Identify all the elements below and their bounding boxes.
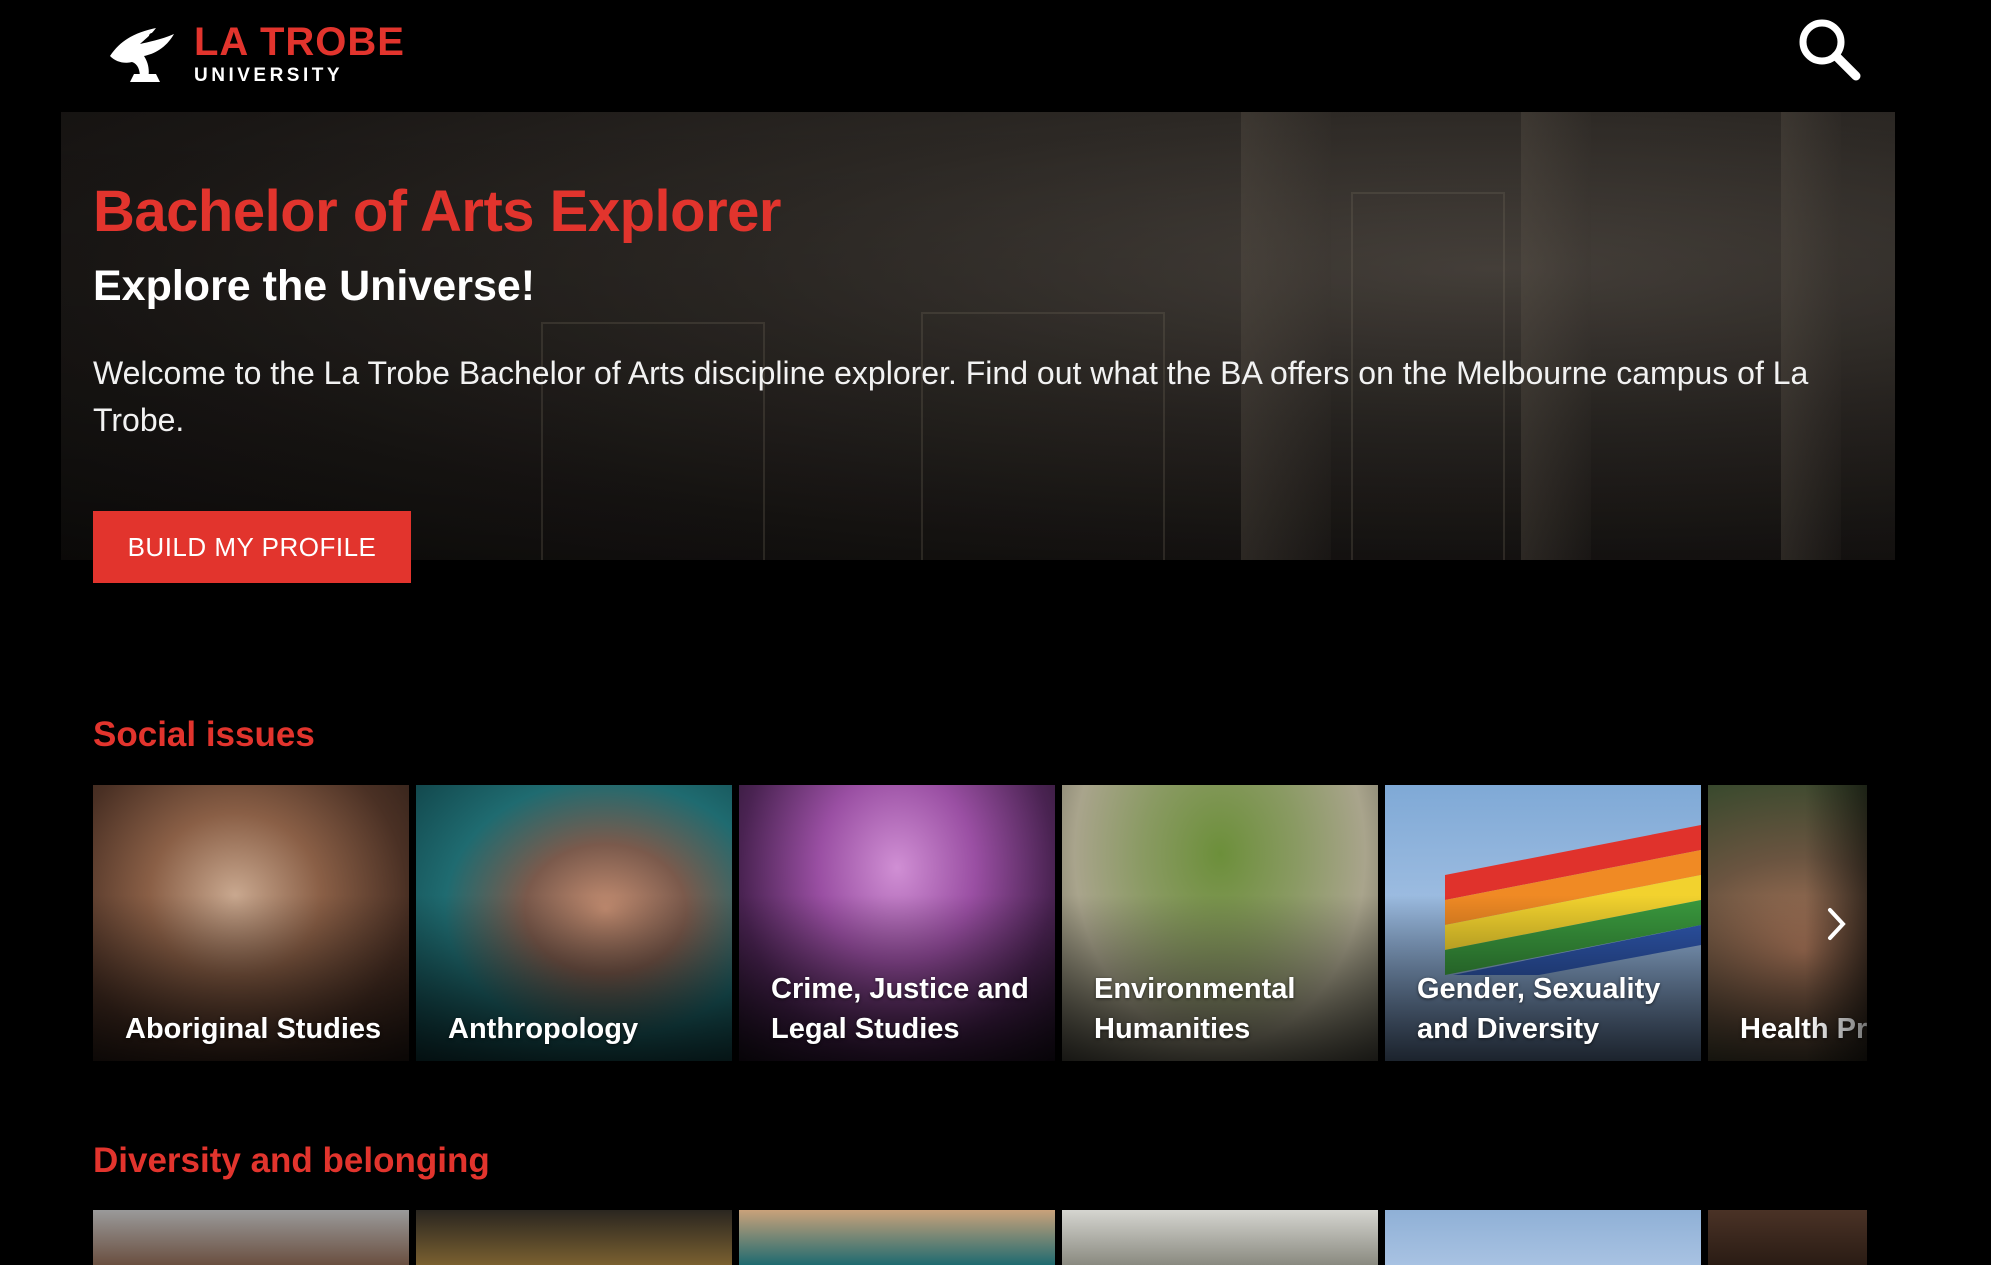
tile-diversity-3[interactable]: [739, 1210, 1055, 1265]
tile-gender-sexuality-diversity[interactable]: Gender, Sexuality and Diversity: [1385, 785, 1701, 1061]
hero-bg-column: [1521, 112, 1591, 560]
hero-bg-column: [1781, 112, 1841, 560]
tile-diversity-2[interactable]: [416, 1210, 732, 1265]
tile-label: Aboriginal Studies: [125, 1013, 382, 1045]
tile-aboriginal-studies[interactable]: Aboriginal Studies: [93, 785, 409, 1061]
page-subtitle: Explore the Universe!: [93, 262, 536, 310]
tile-crime-justice-legal-studies[interactable]: Crime, Justice and Legal Studies: [739, 785, 1055, 1061]
tile-label: Environmental Humanities: [1094, 973, 1296, 1045]
top-bar: LA TROBE UNIVERSITY: [0, 0, 1991, 112]
search-icon: [1799, 19, 1861, 81]
carousel-social-issues: Aboriginal Studies Anthropology Crime, J…: [93, 785, 1867, 1061]
page-title: Bachelor of Arts Explorer: [93, 179, 781, 244]
chevron-right-icon: [1828, 908, 1846, 940]
section-title-social-issues: Social issues: [93, 715, 315, 754]
tile-environmental-humanities[interactable]: Environmental Humanities: [1062, 785, 1378, 1061]
la-trobe-logo[interactable]: LA TROBE UNIVERSITY: [104, 18, 405, 88]
logo-subtext: UNIVERSITY: [194, 64, 344, 86]
search-button[interactable]: [1796, 16, 1862, 82]
tile-diversity-1[interactable]: [93, 1210, 409, 1265]
carousel-next-button[interactable]: [1805, 785, 1867, 1067]
tile-anthropology[interactable]: Anthropology: [416, 785, 732, 1061]
carousel-diversity-belonging: [93, 1210, 1867, 1265]
logo-wordmark: LA TROBE: [194, 19, 405, 64]
intro-text: Welcome to the La Trobe Bachelor of Arts…: [93, 355, 1809, 438]
build-my-profile-button[interactable]: BUILD MY PROFILE: [93, 511, 411, 583]
hero-bg-column: [1241, 112, 1331, 560]
tile-label: Anthropology: [448, 1013, 639, 1045]
eagle-logo-icon: [110, 28, 174, 82]
tile-diversity-5[interactable]: [1385, 1210, 1701, 1265]
tile-diversity-6[interactable]: [1708, 1210, 1867, 1265]
tile-label: Crime, Justice and Legal Studies: [771, 973, 1029, 1045]
tile-diversity-4[interactable]: [1062, 1210, 1378, 1265]
tile-label: Gender, Sexuality and Diversity: [1417, 973, 1661, 1045]
section-title-diversity-belonging: Diversity and belonging: [93, 1141, 490, 1180]
